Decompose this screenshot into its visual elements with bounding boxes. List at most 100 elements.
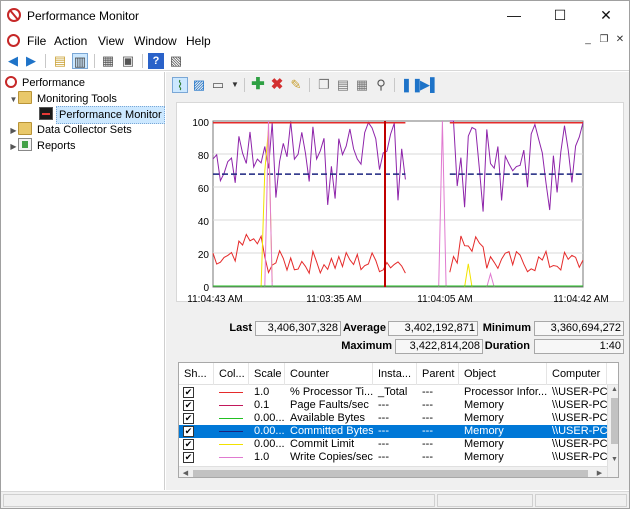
cell-scale: 0.00... xyxy=(254,438,285,450)
zoom-icon[interactable]: ⚲ xyxy=(373,77,389,93)
view-current-activity-icon[interactable]: ⌇ xyxy=(172,77,188,93)
counter-row[interactable]: ✔ 1.0 Write Copies/sec --- --- Memory \\USER-P… xyxy=(179,451,607,464)
scroll-up-icon[interactable]: ▲ xyxy=(608,386,618,393)
tree-node-performance[interactable]: Performance xyxy=(5,75,87,91)
column-instance[interactable]: Insta... xyxy=(373,363,417,385)
show-hide-tree-icon[interactable]: ▥ xyxy=(72,53,88,69)
performance-graph[interactable]: 100 80 60 40 20 0 11:04:43 AM 11:03:35 A… xyxy=(176,102,624,305)
color-swatch xyxy=(219,457,243,458)
maximize-button[interactable]: ☐ xyxy=(537,1,583,31)
column-show[interactable]: Sh... xyxy=(179,363,214,385)
scroll-down-icon[interactable]: ▼ xyxy=(608,456,618,463)
menu-window[interactable]: Window xyxy=(134,34,177,48)
cell-scale: 0.00... xyxy=(254,412,285,424)
tree-node-data-collector-sets[interactable]: ▶ Data Collector Sets xyxy=(9,122,134,138)
counter-row[interactable]: ✔ 0.1 Page Faults/sec --- --- Memory \\USER-PC xyxy=(179,399,607,412)
counter-row[interactable]: ✔ 0.00... Commit Limit --- --- Memory \\USER-P… xyxy=(179,438,607,451)
view-log-data-icon[interactable]: ▨ xyxy=(191,77,207,93)
properties-icon[interactable]: ▦ xyxy=(100,53,116,69)
toolbar-separator xyxy=(142,54,143,68)
delete-counter-icon[interactable]: ✖ xyxy=(269,77,285,93)
chevron-down-icon[interactable]: ▼ xyxy=(9,92,18,108)
cell-parent: --- xyxy=(422,425,433,437)
forward-arrow-icon[interactable]: ▶ xyxy=(23,53,39,69)
show-checkbox[interactable]: ✔ xyxy=(183,413,194,424)
color-swatch xyxy=(219,405,243,406)
minimize-button[interactable]: — xyxy=(491,1,537,31)
counter-list-header: Sh... Col... Scale Counter Insta... Pare… xyxy=(179,363,618,385)
properties-icon[interactable]: ▦ xyxy=(354,77,370,93)
toolbar-separator xyxy=(244,78,245,92)
column-object[interactable]: Object xyxy=(459,363,547,385)
title-bar[interactable]: Performance Monitor — ☐ ✕ xyxy=(1,1,629,31)
cell-scale: 0.1 xyxy=(254,399,270,411)
tree-node-reports[interactable]: ▶ Reports xyxy=(9,138,78,154)
up-folder-icon[interactable]: ▤ xyxy=(52,53,68,69)
cell-computer: \\USER-PC xyxy=(552,399,607,411)
cell-counter: Available Bytes xyxy=(290,412,366,424)
counter-row[interactable]: ✔ 0.00... Committed Bytes --- --- Memory \\USE… xyxy=(179,425,607,438)
menu-view[interactable]: View xyxy=(98,34,124,48)
show-checkbox[interactable]: ✔ xyxy=(183,400,194,411)
back-arrow-icon[interactable]: ◀ xyxy=(5,53,21,69)
help-icon[interactable]: ? xyxy=(148,53,164,69)
column-parent[interactable]: Parent xyxy=(417,363,459,385)
x-axis-labels: 11:04:43 AM 11:03:35 AM 11:04:05 AM 11:0… xyxy=(187,294,608,305)
column-color[interactable]: Col... xyxy=(214,363,249,385)
average-value: 3,402,192,871 xyxy=(388,321,478,336)
menu-help[interactable]: Help xyxy=(186,34,211,48)
mdi-restore-button[interactable]: ❐ xyxy=(597,33,611,47)
maximum-label: Maximum xyxy=(341,340,392,352)
change-graph-type-icon[interactable]: ▭ xyxy=(210,77,226,93)
copy-properties-icon[interactable]: ❐ xyxy=(316,77,332,93)
column-scale[interactable]: Scale xyxy=(249,363,285,385)
cell-counter: % Processor Ti... xyxy=(290,386,373,398)
cell-instance: --- xyxy=(378,438,389,450)
vertical-scroll-thumb[interactable] xyxy=(611,398,618,444)
chevron-right-icon[interactable]: ▶ xyxy=(9,123,18,139)
horizontal-scroll-thumb[interactable] xyxy=(193,470,588,477)
menu-file[interactable]: File xyxy=(27,34,46,48)
scroll-left-icon[interactable]: ◀ xyxy=(179,469,192,477)
color-swatch xyxy=(219,444,243,445)
show-checkbox[interactable]: ✔ xyxy=(183,439,194,450)
x-tick-3: 11:04:05 AM xyxy=(417,294,472,303)
vertical-scrollbar[interactable]: ▲ ▼ xyxy=(607,385,618,477)
graph-toolbar: ⌇ ▨ ▭ ▼ ✚ ✖ ✎ ❐ ▤ ▦ ⚲ ❚❚ ▶▌ xyxy=(166,72,629,98)
cell-instance: --- xyxy=(378,451,389,463)
counter-row[interactable]: ✔ 1.0 % Processor Ti... _Total --- Processor … xyxy=(179,386,607,399)
add-counter-icon[interactable]: ✚ xyxy=(250,77,266,93)
tree-node-performance-monitor[interactable]: Performance Monitor xyxy=(39,106,165,124)
horizontal-scrollbar[interactable]: ◀ ▶ xyxy=(179,466,607,477)
close-button[interactable]: ✕ xyxy=(583,1,629,31)
counter-row[interactable]: ✔ 0.00... Available Bytes --- --- Memory \\USE… xyxy=(179,412,607,425)
scroll-right-icon[interactable]: ▶ xyxy=(593,469,606,477)
paste-counter-list-icon[interactable]: ▤ xyxy=(335,77,351,93)
show-checkbox[interactable]: ✔ xyxy=(183,452,194,463)
cell-parent: --- xyxy=(422,438,433,450)
cell-parent: --- xyxy=(422,451,433,463)
performance-monitor-window: Performance Monitor — ☐ ✕ File Action Vi… xyxy=(0,0,630,509)
column-counter[interactable]: Counter xyxy=(285,363,373,385)
y-tick-40: 40 xyxy=(198,217,210,228)
graph-type-dropdown-icon[interactable]: ▼ xyxy=(227,77,243,93)
cell-instance: --- xyxy=(378,412,389,424)
show-checkbox[interactable]: ✔ xyxy=(183,387,194,398)
menu-action[interactable]: Action xyxy=(54,34,87,48)
mdi-minimize-button[interactable]: _ xyxy=(581,33,595,47)
highlight-pencil-icon[interactable]: ✎ xyxy=(288,77,304,93)
cell-object: Memory xyxy=(464,412,504,424)
toolbar-separator xyxy=(309,78,310,92)
update-data-icon[interactable]: ▶▌ xyxy=(420,77,439,93)
tree-node-monitoring-tools[interactable]: ▼ Monitoring Tools xyxy=(9,91,119,107)
export-list-icon[interactable]: ▣ xyxy=(120,53,136,69)
column-computer[interactable]: Computer xyxy=(547,363,607,385)
show-checkbox[interactable]: ✔ xyxy=(183,426,194,437)
folder-icon xyxy=(18,122,32,135)
last-label: Last xyxy=(229,322,252,334)
mdi-close-button[interactable]: ✕ xyxy=(613,33,627,47)
show-hide-action-pane-icon[interactable]: ▧ xyxy=(168,53,184,69)
freeze-display-icon[interactable]: ❚❚ xyxy=(401,77,423,93)
chevron-right-icon[interactable]: ▶ xyxy=(9,139,18,155)
system-menu-icon[interactable] xyxy=(7,34,20,47)
